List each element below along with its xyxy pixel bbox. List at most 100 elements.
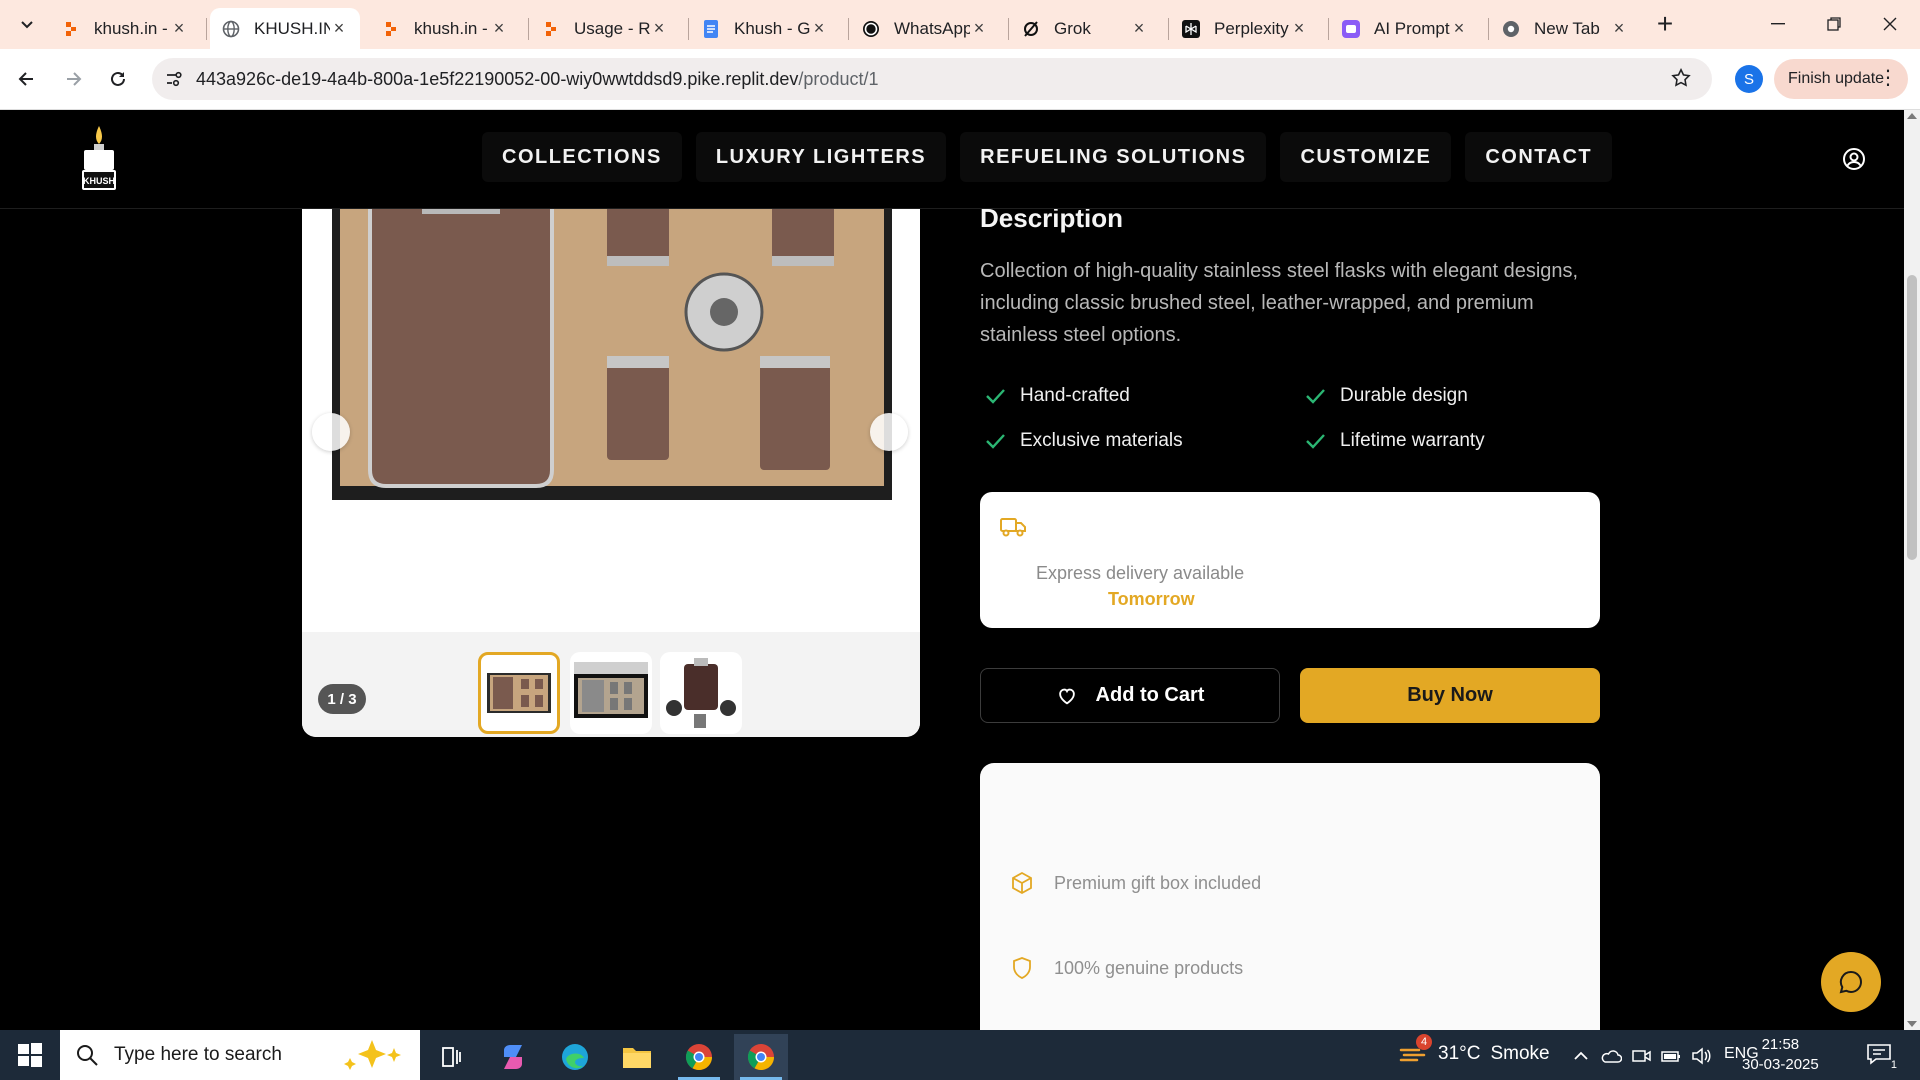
taskbar-edge[interactable] <box>548 1034 602 1080</box>
task-view-button[interactable] <box>424 1034 478 1080</box>
delivery-date: Tomorrow <box>1108 589 1195 609</box>
browser-toolbar: 443a926c-de19-4a4b-800a-1e5f22190052-00-… <box>0 49 1920 110</box>
taskbar-file-explorer[interactable] <box>610 1034 664 1080</box>
thumbnail-2[interactable] <box>570 652 652 734</box>
finish-update-button[interactable]: Finish update ⋮ <box>1774 59 1908 99</box>
weather-widget[interactable]: 4 31°C Smoke <box>1398 1034 1550 1068</box>
tab-search-dropdown[interactable] <box>14 12 40 38</box>
check-icon <box>1306 434 1325 449</box>
notification-center-button[interactable]: 1 <box>1866 1043 1897 1071</box>
restore-button[interactable] <box>1812 8 1856 40</box>
nav-collections[interactable]: COLLECTIONS <box>482 132 682 182</box>
meet-now-icon[interactable] <box>1630 1045 1652 1067</box>
scroll-down-arrow[interactable] <box>1907 1021 1917 1027</box>
scrollbar-thumb[interactable] <box>1907 275 1917 560</box>
show-hidden-icons-icon[interactable] <box>1570 1045 1592 1067</box>
close-icon[interactable]: × <box>1450 18 1468 38</box>
gallery-prev-button[interactable] <box>312 413 350 451</box>
copilot-sparkle-icon <box>344 1040 401 1070</box>
add-to-cart-button[interactable]: Add to Cart <box>980 668 1280 723</box>
close-icon[interactable]: × <box>1130 18 1148 38</box>
edge-icon <box>562 1044 588 1070</box>
info-label: 100% genuine products <box>1054 957 1244 978</box>
tab-new-tab[interactable]: New Tab × <box>1490 8 1640 49</box>
product-gallery: 1 / 3 <box>302 200 920 737</box>
notification-icon <box>1867 1044 1891 1065</box>
close-icon[interactable]: × <box>330 18 348 38</box>
tab-grok[interactable]: Grok × <box>1010 8 1160 49</box>
tab-title: khush.in - <box>94 18 168 38</box>
tab-whatsapp[interactable]: WhatsApp × <box>850 8 1000 49</box>
site-header: KHUSH COLLECTIONS LUXURY LIGHTERS REFUEL… <box>0 110 1904 209</box>
close-icon[interactable]: × <box>170 18 188 38</box>
user-account-icon[interactable] <box>1842 147 1866 171</box>
info-row-gift-box: Premium gift box included <box>1010 871 1261 895</box>
weather-alert-badge: 4 <box>1416 1034 1432 1050</box>
site-settings-icon[interactable] <box>164 69 184 89</box>
url-path: /product/1 <box>798 69 879 89</box>
product-main-image[interactable] <box>302 200 920 632</box>
close-window-button[interactable] <box>1868 8 1912 40</box>
package-icon <box>1012 871 1032 895</box>
nav-contact[interactable]: CONTACT <box>1465 132 1613 182</box>
minimize-button[interactable] <box>1756 8 1800 40</box>
close-icon[interactable]: × <box>490 18 508 38</box>
address-bar[interactable]: 443a926c-de19-4a4b-800a-1e5f22190052-00-… <box>152 58 1712 100</box>
feature-label: Exclusive materials <box>1020 430 1183 451</box>
replit-icon <box>542 20 560 38</box>
taskbar-chrome-2[interactable] <box>734 1034 788 1080</box>
new-tab-button[interactable]: + <box>1651 8 1679 39</box>
nav-refueling-solutions[interactable]: REFUELING SOLUTIONS <box>960 132 1267 182</box>
search-placeholder: Type here to search <box>114 1044 282 1065</box>
main-nav: COLLECTIONS LUXURY LIGHTERS REFUELING SO… <box>482 132 1626 182</box>
nav-luxury-lighters[interactable]: LUXURY LIGHTERS <box>695 132 947 182</box>
reload-button[interactable] <box>102 63 134 95</box>
site-logo[interactable]: KHUSH <box>74 124 124 196</box>
battery-icon[interactable] <box>1660 1045 1682 1067</box>
add-to-cart-label: Add to Cart <box>1095 684 1205 706</box>
chat-button[interactable] <box>1821 952 1881 1012</box>
tab-ai-prompt[interactable]: AI Prompt × <box>1330 8 1480 49</box>
taskbar-clock[interactable]: 21:58 30-03-2025 <box>1742 1035 1819 1075</box>
tab-khush-replit-1[interactable]: khush.in - × <box>50 8 200 49</box>
tab-title: Khush - Go <box>734 18 810 38</box>
buy-now-button[interactable]: Buy Now <box>1300 668 1600 723</box>
tab-title: WhatsApp <box>894 18 970 38</box>
folder-icon <box>623 1048 651 1068</box>
close-icon[interactable]: × <box>1290 18 1308 38</box>
onedrive-icon[interactable] <box>1600 1045 1622 1067</box>
thumbnail-3[interactable] <box>660 652 742 734</box>
gallery-next-button[interactable] <box>870 413 908 451</box>
thumbnail-1[interactable] <box>478 652 560 734</box>
tab-perplexity[interactable]: Perplexity × <box>1170 8 1320 49</box>
close-icon[interactable]: × <box>650 18 668 38</box>
profile-avatar[interactable]: S <box>1735 65 1763 93</box>
chrome-icon <box>747 1044 775 1071</box>
close-icon[interactable]: × <box>1610 18 1628 38</box>
product-info-card: Premium gift box included 100% genuine p… <box>980 763 1600 1030</box>
taskbar-chrome-1[interactable] <box>672 1034 726 1080</box>
page-scrollbar[interactable] <box>1904 110 1920 1030</box>
more-options-icon[interactable]: ⋮ <box>1878 67 1898 89</box>
close-icon[interactable]: × <box>810 18 828 38</box>
feature-label: Hand-crafted <box>1020 385 1130 406</box>
forward-button[interactable] <box>58 63 90 95</box>
close-icon[interactable]: × <box>970 18 988 38</box>
taskbar-copilot[interactable] <box>486 1034 540 1080</box>
windows-start-button[interactable] <box>10 1040 50 1070</box>
grok-icon <box>1022 20 1040 38</box>
url-host: 443a926c-de19-4a4b-800a-1e5f22190052-00-… <box>196 69 799 89</box>
feature-item: Exclusive materials <box>984 430 1183 452</box>
ai-prompt-icon <box>1342 19 1360 38</box>
volume-icon[interactable] <box>1690 1045 1712 1067</box>
tab-khush-active[interactable]: KHUSH.IN × <box>210 8 360 49</box>
tab-google-docs[interactable]: Khush - Go × <box>690 8 840 49</box>
back-button[interactable] <box>10 63 42 95</box>
tab-khush-replit-2[interactable]: khush.in - × <box>370 8 520 49</box>
replit-icon <box>382 20 400 38</box>
bookmark-star-icon[interactable] <box>1670 67 1694 91</box>
taskbar-search[interactable]: Type here to search <box>60 1030 420 1080</box>
scroll-up-arrow[interactable] <box>1907 113 1917 119</box>
tab-usage-replit[interactable]: Usage - Re × <box>530 8 680 49</box>
nav-customize[interactable]: CUSTOMIZE <box>1280 132 1452 182</box>
